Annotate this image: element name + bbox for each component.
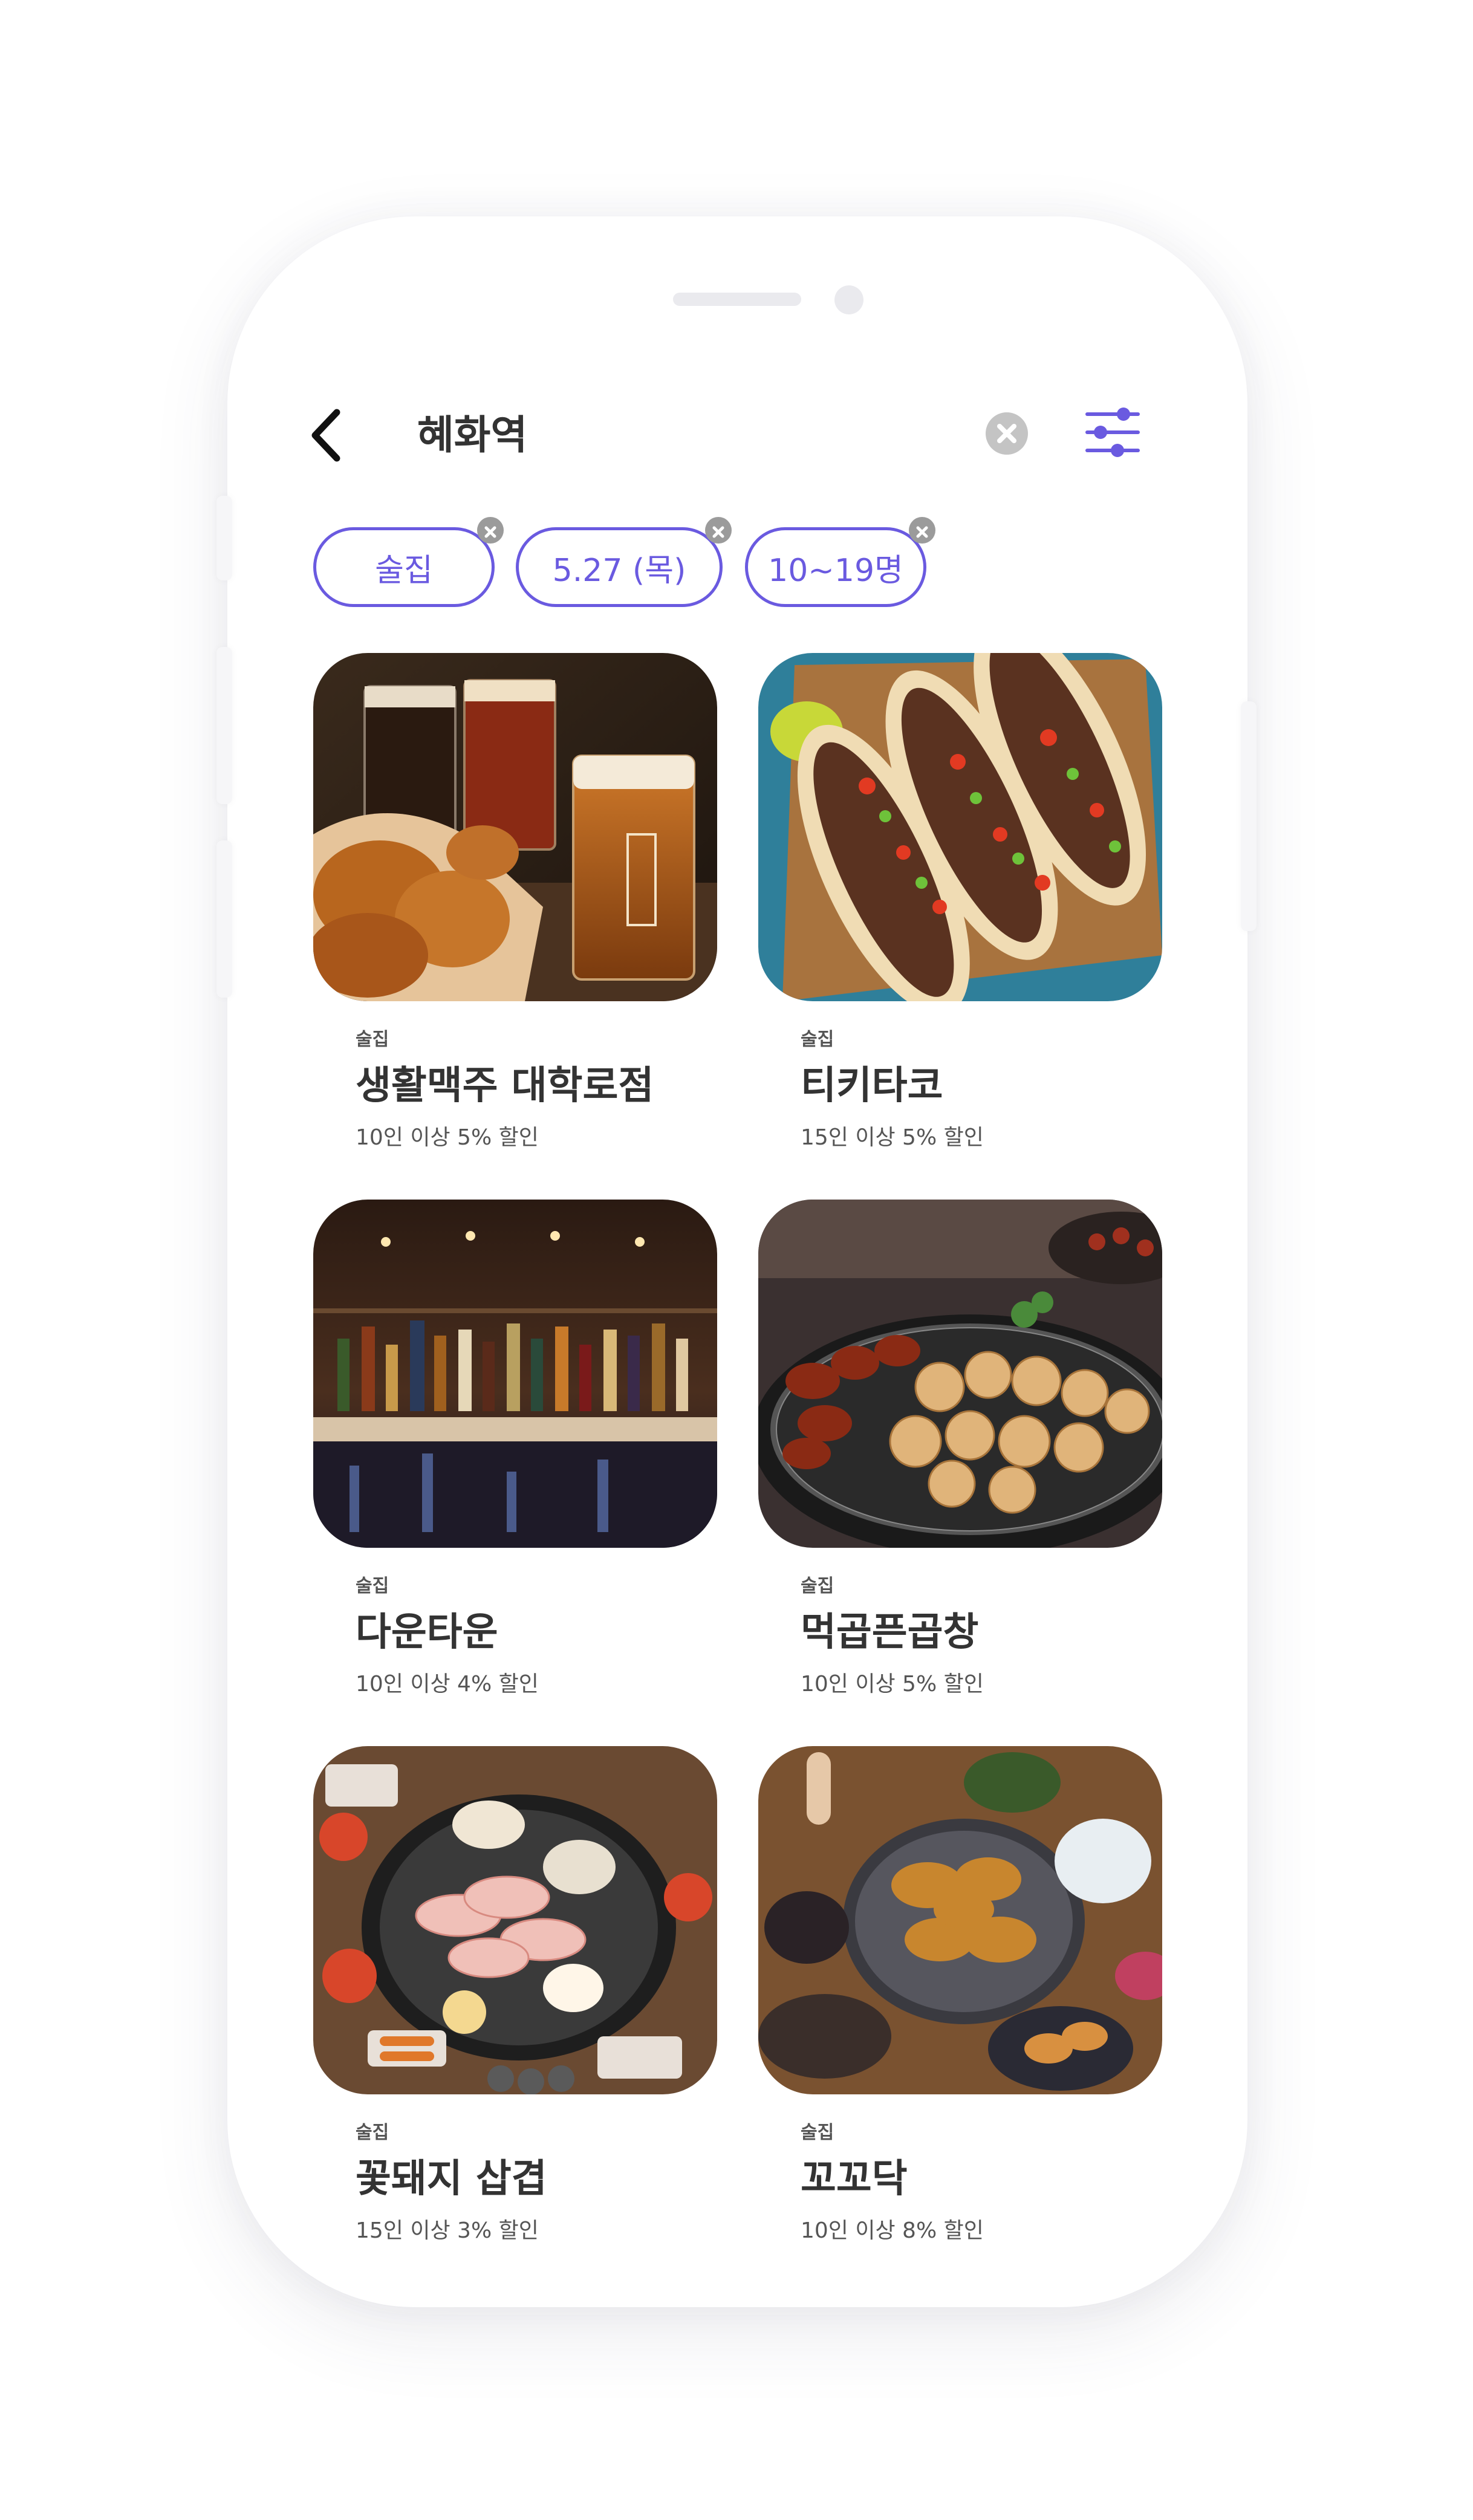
restaurant-category: 술집 — [356, 1029, 389, 1050]
filter-chip-label: 5.27 (목) — [552, 552, 686, 589]
chip-remove-button[interactable] — [477, 517, 504, 544]
restaurant-discount: 10인 이상 5% 할인 — [356, 1125, 539, 1150]
restaurant-photo — [758, 1746, 1162, 2094]
restaurant-discount: 10인 이상 5% 할인 — [801, 1672, 984, 1697]
chevron-left-icon — [311, 409, 340, 462]
restaurant-discount: 10인 이상 8% 할인 — [801, 2218, 984, 2243]
restaurant-photo — [313, 1200, 717, 1548]
close-circle-icon — [997, 424, 1016, 443]
chip-remove-button[interactable] — [909, 517, 935, 544]
restaurant-name: 티키타코 — [801, 1064, 943, 1108]
phone-side-button — [216, 840, 232, 998]
restaurant-discount: 10인 이상 4% 할인 — [356, 1672, 539, 1697]
filter-chip-label: 10~19명 — [768, 552, 903, 589]
filter-chip-label: 술집 — [375, 552, 433, 589]
restaurant-card[interactable]: 술집 꽃돼지 삽겹 15인 이상 3% 할인 — [313, 1746, 717, 2243]
close-icon — [484, 526, 496, 538]
filter-chip-date[interactable]: 5.27 (목) — [516, 517, 732, 607]
filter-chip-category[interactable]: 술집 — [313, 517, 504, 607]
back-button[interactable] — [305, 405, 348, 466]
restaurant-card[interactable]: 술집 꼬꼬닥 10인 이상 8% 할인 — [758, 1746, 1162, 2243]
close-icon — [916, 526, 928, 538]
restaurant-name: 먹곱픈곱창 — [801, 1610, 979, 1655]
restaurant-photo — [758, 1200, 1162, 1548]
clear-search-button[interactable] — [986, 412, 1028, 455]
restaurant-card[interactable]: 술집 티키타코 15인 이상 5% 할인 — [758, 653, 1162, 1150]
restaurant-photo — [313, 653, 717, 1001]
close-icon — [712, 526, 724, 538]
restaurant-card[interactable]: 술집 생활맥주 대학로점 10인 이상 5% 할인 — [313, 653, 717, 1150]
restaurant-photo — [313, 1746, 717, 2094]
restaurant-category: 술집 — [356, 1576, 389, 1597]
restaurant-name: 꽃돼지 삽겹 — [356, 2157, 547, 2201]
restaurant-category: 술집 — [801, 1576, 834, 1597]
restaurant-name: 생활맥주 대학로점 — [356, 1064, 654, 1108]
phone-side-button — [216, 496, 232, 580]
restaurant-discount: 15인 이상 5% 할인 — [801, 1125, 984, 1150]
restaurant-name: 꼬꼬닥 — [801, 2157, 908, 2201]
restaurant-card[interactable]: 술집 다운타운 10인 이상 4% 할인 — [313, 1200, 717, 1697]
chip-remove-button[interactable] — [705, 517, 732, 544]
phone-camera — [834, 285, 863, 314]
restaurant-discount: 15인 이상 3% 할인 — [356, 2218, 539, 2243]
phone-side-button — [1241, 701, 1257, 931]
restaurant-card[interactable]: 술집 먹곱픈곱창 10인 이상 5% 할인 — [758, 1200, 1162, 1697]
search-query[interactable]: 혜화역 — [417, 408, 527, 463]
phone-speaker — [673, 293, 801, 306]
filter-chip-party-size[interactable]: 10~19명 — [745, 517, 935, 607]
sliders-icon — [1085, 408, 1140, 457]
restaurant-category: 술집 — [801, 2122, 834, 2143]
restaurant-category: 술집 — [356, 2122, 389, 2143]
restaurant-photo — [758, 653, 1162, 1001]
restaurant-name: 다운타운 — [356, 1610, 498, 1655]
phone-side-button — [216, 647, 232, 804]
filter-settings-button[interactable] — [1082, 405, 1143, 460]
restaurant-category: 술집 — [801, 1029, 834, 1050]
